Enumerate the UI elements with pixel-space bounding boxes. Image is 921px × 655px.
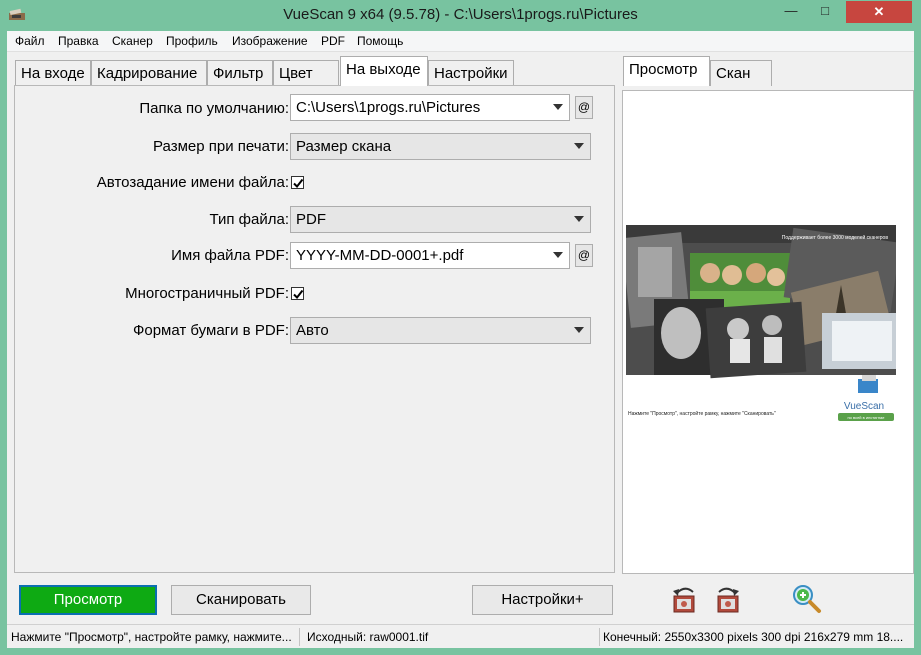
- tab-settings[interactable]: Настройки: [428, 60, 514, 86]
- menu-file[interactable]: Файл: [15, 34, 45, 48]
- menu-edit[interactable]: Правка: [58, 34, 99, 48]
- auto-filename-checkbox[interactable]: [291, 176, 304, 189]
- auto-filename-label: Автозадание имени файла:: [96, 174, 289, 191]
- vuescan-tagline: по всей в инстигнае: [847, 415, 885, 420]
- print-size-value: Размер скана: [296, 138, 392, 155]
- tab-crop[interactable]: Кадрирование: [91, 60, 207, 86]
- file-type-select[interactable]: PDF: [290, 206, 591, 233]
- pdf-paper-format-value: Авто: [296, 322, 329, 339]
- tab-preview[interactable]: Просмотр: [623, 56, 710, 86]
- chevron-down-icon[interactable]: [553, 104, 563, 110]
- app-window: VueScan 9 x64 (9.5.78) - C:\Users\1progs…: [0, 0, 921, 655]
- output-settings-panel: Папка по умолчанию: C:\Users\1progs.ru\P…: [14, 85, 615, 573]
- multipage-pdf-checkbox[interactable]: [291, 287, 304, 300]
- menu-image[interactable]: Изображение: [232, 34, 308, 48]
- menu-pdf[interactable]: PDF: [321, 34, 345, 48]
- status-source: Исходный: raw0001.tif: [307, 630, 429, 644]
- menu-bar: Файл Правка Сканер Профиль Изображение P…: [7, 31, 914, 52]
- pdf-filename-label: Имя файла PDF:: [171, 247, 289, 264]
- pdf-paper-format-select[interactable]: Авто: [290, 317, 591, 344]
- checkmark-icon: [293, 178, 304, 189]
- tab-scan[interactable]: Скан: [710, 60, 772, 86]
- tab-output[interactable]: На выходе: [340, 56, 428, 86]
- hint-text: Нажмите "Просмотр", настройте рамку, наж…: [628, 410, 776, 417]
- maximize-button[interactable]: □: [812, 1, 838, 21]
- pdf-paper-format-label: Формат бумаги в PDF:: [132, 322, 289, 339]
- default-folder-label: Папка по умолчанию:: [139, 100, 289, 117]
- sample-scan-illustration: Поддерживает более 3000 моделей сканеров…: [626, 225, 896, 421]
- client-area: Файл Правка Сканер Профиль Изображение P…: [7, 31, 914, 648]
- chevron-down-icon[interactable]: [553, 252, 563, 258]
- scan-button[interactable]: Сканировать: [171, 585, 311, 615]
- default-folder-combo[interactable]: C:\Users\1progs.ru\Pictures: [290, 94, 570, 121]
- file-type-value: PDF: [296, 211, 326, 228]
- status-hint: Нажмите "Просмотр", настройте рамку, наж…: [11, 630, 292, 644]
- chevron-down-icon[interactable]: [574, 216, 584, 222]
- status-separator: [299, 628, 300, 646]
- menu-profile[interactable]: Профиль: [166, 34, 218, 48]
- close-button[interactable]: ✕: [846, 1, 912, 23]
- minimize-button[interactable]: —: [778, 1, 804, 21]
- status-output: Конечный: 2550x3300 pixels 300 dpi 216x2…: [603, 630, 904, 644]
- title-bar[interactable]: VueScan 9 x64 (9.5.78) - C:\Users\1progs…: [0, 0, 921, 31]
- print-size-label: Размер при печати:: [153, 138, 289, 155]
- menu-help[interactable]: Помощь: [357, 34, 403, 48]
- banner-text: Поддерживает более 3000 моделей сканеров: [782, 234, 889, 241]
- preview-button[interactable]: Просмотр: [19, 585, 157, 615]
- vuescan-logo: VueScan: [844, 401, 884, 412]
- status-separator: [599, 628, 600, 646]
- tab-filter[interactable]: Фильтр: [207, 60, 273, 86]
- zoom-in-icon[interactable]: [791, 583, 823, 615]
- tab-input[interactable]: На входе: [15, 60, 91, 86]
- multipage-pdf-label: Многостраничный PDF:: [125, 285, 289, 302]
- print-size-select[interactable]: Размер скана: [290, 133, 591, 160]
- settings-plus-button[interactable]: Настройки+: [472, 585, 613, 615]
- chevron-down-icon[interactable]: [574, 143, 584, 149]
- pdf-filename-combo[interactable]: YYYY-MM-DD-0001+.pdf: [290, 242, 570, 269]
- file-type-label: Тип файла:: [209, 211, 290, 228]
- preview-image[interactable]: Поддерживает более 3000 моделей сканеров…: [626, 225, 896, 433]
- default-folder-value: C:\Users\1progs.ru\Pictures: [296, 99, 481, 116]
- checkmark-icon: [293, 289, 304, 300]
- pdf-filename-value: YYYY-MM-DD-0001+.pdf: [296, 247, 464, 264]
- preview-panel: Поддерживает более 3000 моделей сканеров…: [622, 90, 914, 574]
- menu-scanner[interactable]: Сканер: [112, 34, 153, 48]
- rotate-right-icon[interactable]: [711, 584, 743, 616]
- status-bar: Нажмите "Просмотр", настройте рамку, наж…: [7, 624, 914, 648]
- default-folder-at-button[interactable]: @: [575, 96, 593, 119]
- pdf-filename-at-button[interactable]: @: [575, 244, 593, 267]
- rotate-left-icon[interactable]: [669, 584, 701, 616]
- chevron-down-icon[interactable]: [574, 327, 584, 333]
- tab-color[interactable]: Цвет: [273, 60, 339, 86]
